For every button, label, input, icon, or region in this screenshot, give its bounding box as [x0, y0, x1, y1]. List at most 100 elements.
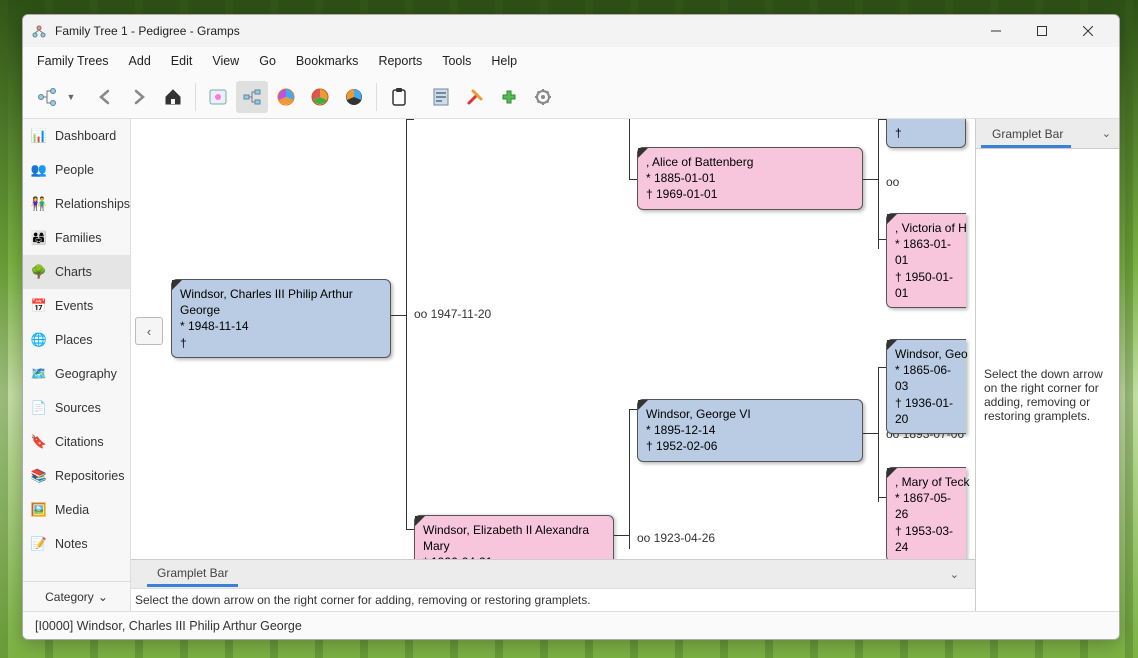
tree-dropdown-icon[interactable]: ▼ — [65, 92, 77, 102]
organize-icon[interactable] — [202, 81, 234, 113]
menu-family-trees[interactable]: Family Trees — [27, 50, 119, 72]
person-death: † 1952-02-06 — [646, 438, 854, 454]
tree-icon[interactable] — [31, 81, 63, 113]
events-icon: 📅 — [31, 298, 47, 314]
gramplet-bar-right: Gramplet Bar ⌄ Select the down arrow on … — [975, 119, 1119, 611]
relationships-icon: 👫 — [31, 196, 47, 212]
person-birth: * 1867-05-26 — [895, 490, 958, 522]
people-icon: 👥 — [31, 162, 47, 178]
person-name: , Mary of Teck — [895, 474, 958, 490]
menu-tools[interactable]: Tools — [432, 50, 481, 72]
reports-icon[interactable] — [425, 81, 457, 113]
dashboard-icon: 📊 — [31, 128, 47, 144]
forward-button[interactable] — [123, 81, 155, 113]
person-death: † — [895, 125, 957, 141]
repositories-icon: 📚 — [31, 468, 47, 484]
nav-families[interactable]: 👨‍👩‍👧 Families — [23, 221, 130, 255]
nav-geography[interactable]: 🗺️ Geography — [23, 357, 130, 391]
main-area: ‹ Windsor, Charles III Philip Arthur Geo… — [131, 119, 975, 611]
families-icon: 👨‍👩‍👧 — [31, 230, 47, 246]
person-birth: * 1863-01-01 — [895, 236, 958, 268]
preferences-icon[interactable] — [527, 81, 559, 113]
gramplet-hint: Select the down arrow on the right corne… — [131, 588, 975, 611]
nav-label: Events — [55, 299, 93, 313]
person-alice[interactable]: , Alice of Battenberg * 1885-01-01 † 196… — [637, 147, 863, 210]
nav-dashboard[interactable]: 📊 Dashboard — [23, 119, 130, 153]
notes-icon: 📝 — [31, 536, 47, 552]
menu-view[interactable]: View — [202, 50, 249, 72]
gramplet-bar-bottom: Gramplet Bar ⌄ Select the down arrow on … — [131, 559, 975, 611]
pedigree-view-icon[interactable] — [236, 81, 268, 113]
chevron-down-icon[interactable]: ⌄ — [1102, 127, 1111, 140]
person-name: , Alice of Battenberg — [646, 154, 854, 170]
gramplet-tab-right[interactable]: Gramplet Bar — [984, 124, 1071, 144]
app-window: Family Tree 1 - Pedigree - Gramps Family… — [22, 14, 1120, 640]
descendant-fan-icon[interactable] — [304, 81, 336, 113]
person-george6[interactable]: Windsor, George VI * 1895-12-14 † 1952-0… — [637, 399, 863, 462]
nav-events[interactable]: 📅 Events — [23, 289, 130, 323]
nav-label: Geography — [55, 367, 117, 381]
menu-go[interactable]: Go — [249, 50, 286, 72]
pedigree-canvas[interactable]: ‹ Windsor, Charles III Philip Arthur Geo… — [131, 119, 975, 559]
home-button[interactable] — [157, 81, 189, 113]
media-icon: 🖼️ — [31, 502, 47, 518]
person-death: † 1969-01-01 — [646, 186, 854, 202]
nav-places[interactable]: 🌐Places — [23, 323, 130, 357]
person-name: Windsor, Geo — [895, 346, 958, 362]
minimize-button[interactable] — [973, 15, 1019, 47]
person-name: Windsor, Elizabeth II Alexandra Mary — [423, 522, 605, 554]
collapse-left-button[interactable]: ‹ — [135, 317, 163, 345]
person-name: Windsor, George VI — [646, 406, 854, 422]
nav-citations[interactable]: 🔖Citations — [23, 425, 130, 459]
person-ggp-top[interactable]: † — [886, 119, 966, 148]
person-birth: * 1948-11-14 — [180, 318, 382, 334]
menu-reports[interactable]: Reports — [368, 50, 432, 72]
nav-sources[interactable]: 📄Sources — [23, 391, 130, 425]
nav-label: Dashboard — [55, 129, 116, 143]
nav-charts[interactable]: 🌳Charts — [23, 255, 130, 289]
gramplet-hint-right: Select the down arrow on the right corne… — [976, 359, 1119, 431]
category-selector[interactable]: Category⌄ — [23, 581, 130, 611]
app-icon — [31, 23, 47, 39]
geography-icon: 🗺️ — [31, 366, 47, 382]
menu-add[interactable]: Add — [119, 50, 161, 72]
person-death: † 1953-03-24 — [895, 523, 958, 555]
addons-icon[interactable] — [493, 81, 525, 113]
marriage-label: oo — [886, 175, 899, 189]
maximize-button[interactable] — [1019, 15, 1065, 47]
nav-label: Families — [55, 231, 102, 245]
two-way-fan-icon[interactable] — [338, 81, 370, 113]
category-label: Category — [45, 590, 94, 604]
nav-repositories[interactable]: 📚Repositories — [23, 459, 130, 493]
nav-label: Citations — [55, 435, 104, 449]
nav-people[interactable]: 👥People — [23, 153, 130, 187]
person-mary[interactable]: , Mary of Teck * 1867-05-26 † 1953-03-24 — [886, 467, 966, 559]
person-birth: * 1926-04-21 — [423, 554, 605, 559]
tools-icon[interactable] — [459, 81, 491, 113]
close-button[interactable] — [1065, 15, 1111, 47]
nav-notes[interactable]: 📝Notes — [23, 527, 130, 561]
gramplet-tab[interactable]: Gramplet Bar — [147, 562, 238, 587]
nav-label: Charts — [55, 265, 92, 279]
back-button[interactable] — [89, 81, 121, 113]
fan-chart-icon[interactable] — [270, 81, 302, 113]
nav-media[interactable]: 🖼️ Media — [23, 493, 130, 527]
nav-relationships[interactable]: 👫 Relationships — [23, 187, 130, 221]
person-root[interactable]: Windsor, Charles III Philip Arthur Georg… — [171, 279, 391, 358]
person-death: † 1936-01-20 — [895, 395, 958, 427]
nav-label: Places — [55, 333, 93, 347]
menu-help[interactable]: Help — [481, 50, 527, 72]
person-mother[interactable]: Windsor, Elizabeth II Alexandra Mary * 1… — [414, 515, 614, 559]
nav-label: Relationships — [55, 197, 130, 211]
nav-label: Media — [55, 503, 89, 517]
status-text: [I0000] Windsor, Charles III Philip Arth… — [35, 619, 302, 633]
clipboard-icon[interactable] — [383, 81, 415, 113]
person-victoria[interactable]: , Victoria of H * 1863-01-01 † 1950-01-0… — [886, 213, 966, 308]
sources-icon: 📄 — [31, 400, 47, 416]
person-name: Windsor, Charles III Philip Arthur Georg… — [180, 286, 382, 318]
menu-bookmarks[interactable]: Bookmarks — [286, 50, 369, 72]
chevron-down-icon[interactable]: ⌄ — [950, 568, 959, 581]
statusbar: [I0000] Windsor, Charles III Philip Arth… — [23, 611, 1119, 639]
person-george5[interactable]: Windsor, Geo * 1865-06-03 † 1936-01-20 — [886, 339, 966, 434]
menu-edit[interactable]: Edit — [161, 50, 203, 72]
